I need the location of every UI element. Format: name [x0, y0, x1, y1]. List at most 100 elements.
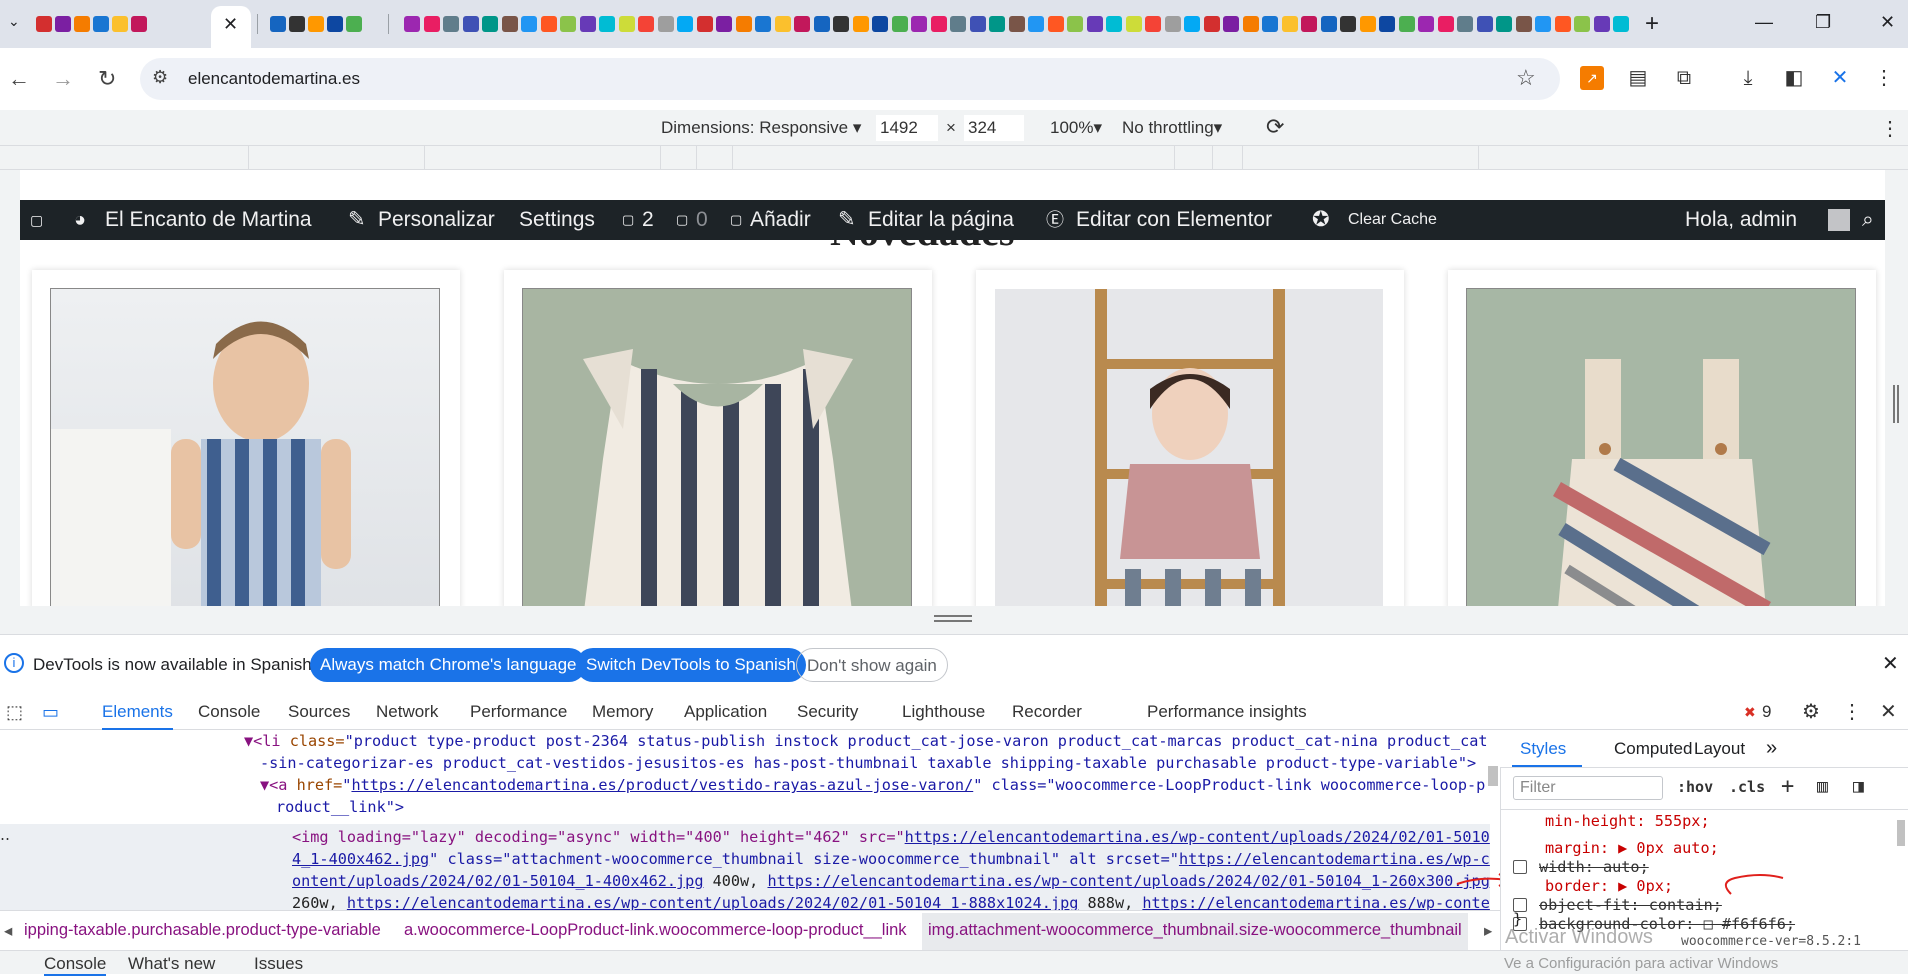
tab-favicon-icon[interactable]	[1457, 16, 1473, 32]
dom-line[interactable]: ▼<a href="https://elencantodemartina.es/…	[260, 774, 1485, 796]
tab-favicon-icon[interactable]	[74, 16, 90, 32]
tab-favicon-icon[interactable]	[852, 16, 869, 32]
avatar[interactable]	[1828, 209, 1850, 231]
tab-favicon-icon[interactable]	[1028, 16, 1044, 32]
tab-favicon-icon[interactable]	[1164, 16, 1181, 32]
tab-favicon-icon[interactable]	[443, 16, 459, 32]
tab-favicon-icon[interactable]	[833, 16, 849, 32]
tab-favicon-icon[interactable]	[579, 16, 596, 32]
throttling-select[interactable]: No throttling▾	[1122, 118, 1222, 138]
tab-favicon-icon[interactable]	[1340, 16, 1356, 32]
tab-favicon-icon[interactable]	[1574, 16, 1590, 32]
paint-icon[interactable]: ▥	[1817, 776, 1828, 797]
restore-button[interactable]: ❐	[1815, 12, 1831, 33]
viewport-right-resize-handle[interactable]	[1893, 385, 1899, 423]
reload-button[interactable]: ↻	[98, 66, 116, 92]
tab-favicon-icon[interactable]	[1613, 16, 1629, 32]
crumb-scroll-left-icon[interactable]: ◂	[4, 921, 12, 941]
devtools-settings-icon[interactable]: ⚙	[1802, 694, 1820, 730]
rotate-icon[interactable]: ⟳	[1266, 114, 1284, 140]
tab-favicon-icon[interactable]	[93, 16, 109, 32]
tab-layout[interactable]: Layout	[1694, 739, 1745, 759]
dom-line[interactable]: ontent/uploads/2024/02/01-50104_1-400x46…	[292, 870, 1490, 892]
browser-menu-icon[interactable]: ⋮	[1872, 66, 1896, 90]
tab-favicon-icon[interactable]	[36, 16, 52, 32]
tab-favicon-icon[interactable]	[657, 16, 674, 32]
tab-favicon-icon[interactable]	[1515, 16, 1532, 32]
forward-button[interactable]: →	[52, 66, 74, 92]
tab-favicon-icon[interactable]	[891, 16, 908, 32]
error-badge-icon[interactable]: ✖	[1744, 694, 1756, 730]
settings-link[interactable]: Settings	[519, 200, 595, 240]
tab-security[interactable]: Security	[797, 694, 858, 730]
tab-favicon-icon[interactable]	[1106, 16, 1122, 32]
product-image[interactable]	[994, 288, 1384, 606]
tab-application[interactable]: Application	[684, 694, 767, 730]
tab-favicon-icon[interactable]	[1437, 16, 1454, 32]
styles-scrollbar[interactable]	[1897, 820, 1905, 846]
tab-favicon-icon[interactable]	[521, 16, 537, 32]
new-tab-button[interactable]: +	[1645, 10, 1659, 38]
breadcrumb-item-selected[interactable]: img.attachment-woocommerce_thumbnail.siz…	[922, 913, 1468, 951]
tab-favicon-icon[interactable]	[482, 16, 498, 32]
product-card[interactable]	[32, 270, 460, 606]
tab-favicon-icon[interactable]	[289, 16, 305, 32]
inspect-element-icon[interactable]: ⬚	[6, 694, 23, 730]
hov-button[interactable]: :hov	[1677, 778, 1713, 796]
dom-line[interactable]: roduct__link">	[276, 796, 404, 818]
bookmark-star-icon[interactable]: ☆	[1516, 65, 1536, 91]
more-tabs-icon[interactable]: »	[1766, 737, 1777, 760]
comments-count[interactable]: 2	[642, 200, 654, 240]
back-button[interactable]: ←	[8, 66, 30, 92]
dom-line[interactable]: 260w, https://elencantodemartina.es/wp-c…	[292, 892, 1490, 910]
crumb-scroll-right-icon[interactable]: ▸	[1484, 921, 1492, 941]
tab-styles[interactable]: Styles	[1520, 739, 1566, 759]
tab-favicon-icon[interactable]	[1125, 16, 1142, 32]
device-more-icon[interactable]: ⋮	[1880, 116, 1900, 141]
tab-favicon-icon[interactable]	[1242, 16, 1259, 32]
tab-lighthouse[interactable]: Lighthouse	[902, 694, 985, 730]
tab-favicon-icon[interactable]	[540, 16, 557, 32]
extension-icon-clipboard[interactable]: ▤	[1626, 66, 1650, 90]
tab-favicon-icon[interactable]	[1320, 16, 1337, 32]
cls-button[interactable]: .cls	[1729, 778, 1765, 796]
tab-favicon-icon[interactable]	[794, 16, 810, 32]
tab-favicon-icon[interactable]	[1379, 16, 1395, 32]
tab-favicon-icon[interactable]	[618, 16, 635, 32]
dimensions-select[interactable]: Dimensions: Responsive ▾	[661, 118, 861, 138]
switch-to-spanish-button[interactable]: Switch DevTools to Spanish	[576, 648, 806, 682]
tab-favicon-icon[interactable]	[774, 16, 791, 32]
tab-favicon-icon[interactable]	[677, 16, 693, 32]
tab-favicon-icon[interactable]	[716, 16, 732, 32]
edit-page-link[interactable]: Editar la página	[868, 200, 1014, 240]
tab-favicon-icon[interactable]	[560, 16, 576, 32]
node-ellipsis[interactable]: ‥	[0, 826, 10, 844]
always-match-language-button[interactable]: Always match Chrome's language	[310, 648, 587, 682]
tab-performance[interactable]: Performance	[470, 694, 567, 730]
product-card[interactable]	[1448, 270, 1876, 606]
drawer-tab-issues[interactable]: Issues	[254, 954, 303, 974]
tab-favicon-icon[interactable]	[813, 16, 830, 32]
site-info-icon[interactable]: ⚙	[152, 67, 168, 88]
drawer-tab-whats-new[interactable]: What's new	[128, 954, 215, 974]
tab-performance-insights[interactable]: Performance insights	[1147, 694, 1307, 730]
wp-logo-icon[interactable]: ▢	[30, 200, 43, 240]
tab-favicon-icon[interactable]	[1145, 16, 1161, 32]
tab-favicon-icon[interactable]	[599, 16, 615, 32]
product-card[interactable]	[504, 270, 932, 606]
tab-favicon-icon[interactable]	[1086, 16, 1103, 32]
css-declaration[interactable]: border: ▶ 0px;	[1513, 877, 1673, 895]
tab-favicon-icon[interactable]	[969, 16, 986, 32]
tab-favicon-icon[interactable]	[1496, 16, 1512, 32]
tab-console[interactable]: Console	[198, 694, 260, 730]
tab-favicon-icon[interactable]	[911, 16, 927, 32]
tab-favicon-icon[interactable]	[735, 16, 752, 32]
tab-favicon-icon[interactable]	[55, 16, 71, 32]
tab-favicon-icon[interactable]	[755, 16, 771, 32]
tab-favicon-icon[interactable]	[131, 16, 147, 32]
product-image[interactable]	[1466, 288, 1856, 606]
tab-favicon-icon[interactable]	[950, 16, 966, 32]
tab-favicon-icon[interactable]	[308, 16, 324, 32]
tab-memory[interactable]: Memory	[592, 694, 653, 730]
edit-elementor-link[interactable]: Editar con Elementor	[1076, 200, 1272, 240]
